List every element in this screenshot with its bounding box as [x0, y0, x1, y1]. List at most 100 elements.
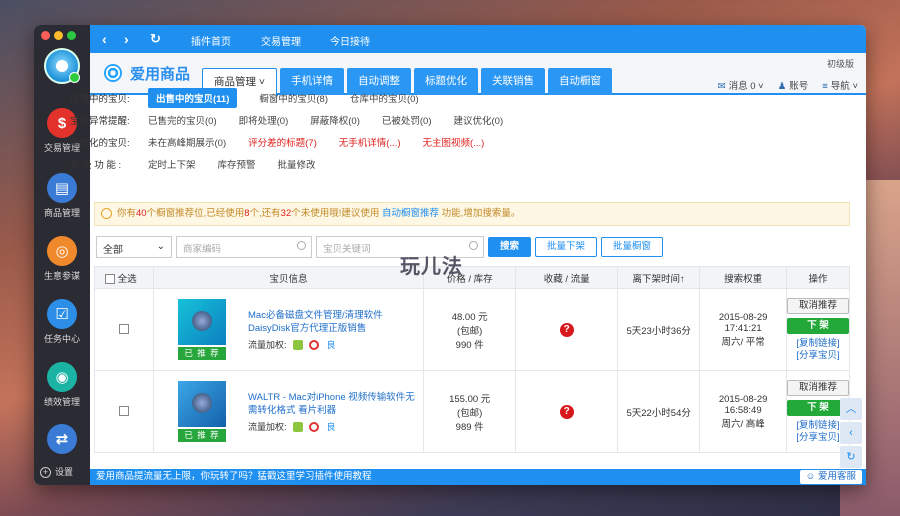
zoom-window-button[interactable]	[67, 31, 76, 40]
goods-info-cell: 已 推 荐 Mac必备磁盘文件管理/清理软件 DaisyDisk官方代理正版销售…	[153, 288, 424, 371]
forward-icon[interactable]: ›	[124, 31, 129, 47]
sidebar-item-tasks[interactable]: ☑ 任务中心	[34, 299, 90, 345]
filter-row-alert: 宝贝异常提醒: 已售完的宝贝(0) 即将处理(0) 屏蔽降权(0) 已被处罚(0…	[70, 109, 830, 131]
header-label: 全选	[117, 273, 137, 285]
goods-table: 全选 宝贝信息 价格 / 库存 收藏 / 流量 离下架时间↑ 搜索权重 操作 已…	[94, 266, 850, 453]
sidebar-item-label: 生意参谋	[43, 271, 80, 281]
filter-in-warehouse[interactable]: 仓库中的宝贝(0)	[350, 91, 419, 105]
filter-no-mobile-detail[interactable]: 无手机详情(...)	[339, 135, 401, 149]
search-button[interactable]: 搜索	[488, 237, 532, 257]
header-search-weight[interactable]: 搜索权重	[699, 266, 787, 289]
refresh-float-icon[interactable]: ↻	[840, 446, 862, 468]
goods-thumbnail[interactable]	[178, 381, 226, 427]
sidebar-item-label: 任务中心	[43, 334, 80, 344]
row-checkbox-cell	[94, 288, 154, 371]
filter-not-peak[interactable]: 未在高峰期展示(0)	[148, 135, 226, 149]
notice-text: 你有	[117, 208, 137, 219]
refresh-icon[interactable]: ↻	[150, 31, 161, 47]
share-icon: ⇄	[47, 424, 77, 454]
minimize-window-button[interactable]	[54, 31, 63, 40]
fav-cell: ?	[515, 370, 619, 453]
goods-info-cell: 已 推 荐 WALTR - Mac对iPhone 视频传输软件无需转化格式 看片…	[153, 370, 424, 453]
toplink-reception[interactable]: 今日接待	[330, 33, 370, 48]
settings-label: 设置	[55, 467, 74, 477]
avatar[interactable]	[44, 48, 80, 84]
filter-row-optimize: 需优化的宝贝: 未在高峰期展示(0) 评分差的标题(7) 无手机详情(...) …	[70, 131, 830, 153]
batch-edit-link[interactable]: 批量修改	[278, 157, 316, 171]
scroll-up-icon[interactable]: ︿	[840, 398, 862, 420]
filter-no-video[interactable]: 无主图视频(...)	[423, 135, 485, 149]
filter-row-advanced: 高 级 功 能 : 定时上下架 库存预警 批量修改	[70, 153, 830, 175]
price: 155.00 元	[449, 393, 491, 405]
filter-label: 高 级 功 能 :	[70, 160, 122, 171]
goods-title-link[interactable]: Mac必备磁盘文件管理/清理软件 DaisyDisk官方代理正版销售	[248, 309, 423, 335]
header-delist-time[interactable]: 离下架时间↑	[617, 266, 701, 289]
checkbox[interactable]	[105, 273, 115, 284]
filter-sold-out[interactable]: 已售完的宝贝(0)	[148, 113, 217, 127]
stock: 990 件	[455, 339, 484, 351]
weight-date: 2015-08-29	[718, 393, 768, 405]
timed-shelf-link[interactable]: 定时上下架	[148, 157, 196, 171]
flow-label: 流量加权:	[248, 339, 287, 350]
filter-suggest-optimize[interactable]: 建议优化(0)	[454, 113, 504, 127]
sidebar-item-analytics[interactable]: ◎ 生意参谋	[34, 236, 90, 282]
copy-link[interactable]: [复制链接]	[787, 338, 849, 350]
sidebar-item-share[interactable]: ⇄	[34, 424, 90, 457]
header-fav-flow[interactable]: 收藏 / 流量	[515, 266, 619, 289]
price: 48.00 元	[451, 311, 488, 323]
question-icon[interactable]: ?	[559, 322, 574, 337]
filter-bad-title[interactable]: 评分差的标题(7)	[248, 135, 317, 149]
settings-button[interactable]: + 设置	[40, 465, 73, 478]
header-actions: 操作	[786, 266, 850, 289]
row-checkbox-cell	[94, 370, 154, 453]
filter-demoted[interactable]: 屏蔽降权(0)	[310, 113, 360, 127]
calendar-icon: ☑	[47, 299, 77, 329]
service-icon: ☺	[805, 471, 818, 482]
sidebar-item-performance[interactable]: ◉ 绩效管理	[34, 362, 90, 408]
category-select[interactable]: 全部 ⌄	[96, 236, 172, 258]
toplink-home[interactable]: 插件首页	[191, 33, 231, 48]
goods-title-link[interactable]: WALTR - Mac对iPhone 视频传输软件无需转化格式 看片利器	[248, 391, 423, 417]
window-controls	[41, 31, 76, 40]
plus-icon: +	[40, 467, 51, 478]
notice-text: 个橱窗推荐位,已经使用	[146, 208, 245, 219]
delist-button[interactable]: 下 架	[787, 317, 849, 334]
filter-on-sale[interactable]: 出售中的宝贝(11)	[148, 88, 238, 108]
share-link[interactable]: [分享宝贝]	[787, 350, 849, 362]
customer-service-button[interactable]: ☺ 爱用客服	[799, 470, 862, 484]
shipping: (包邮)	[457, 325, 483, 337]
filter-row-store: 店铺中的宝贝: 出售中的宝贝(11) 橱窗中的宝贝(8) 仓库中的宝贝(0)	[70, 87, 830, 109]
toplink-trade[interactable]: 交易管理	[261, 33, 301, 48]
back-icon[interactable]: ‹	[102, 31, 107, 47]
flow-weight: 流量加权: 良	[248, 338, 423, 351]
filter-in-window[interactable]: 橱窗中的宝贝(8)	[259, 91, 328, 105]
question-icon[interactable]: ?	[559, 404, 574, 419]
row-checkbox[interactable]	[119, 406, 129, 417]
weight-period: 周六/ 平常	[721, 336, 765, 348]
filter-pending[interactable]: 即将处理(0)	[239, 113, 289, 127]
tutorial-link[interactable]: 爱用商品提流量无上限，你玩转了吗？猛戳这里学习插件使用教程	[96, 471, 372, 482]
bottom-bar: 爱用商品提流量无上限，你玩转了吗？猛戳这里学习插件使用教程 ☺ 爱用客服	[90, 469, 866, 485]
compass-icon: ◎	[47, 236, 77, 266]
batch-window-button[interactable]: 批量橱窗	[601, 237, 664, 257]
auto-window-link[interactable]: 自动橱窗推荐	[382, 208, 439, 219]
sidebar-item-goods[interactable]: ▤ 商品管理	[34, 173, 90, 219]
cancel-recommend-button[interactable]: 取消推荐	[787, 379, 849, 396]
row-checkbox[interactable]	[119, 324, 129, 335]
close-window-button[interactable]	[41, 31, 50, 40]
forbidden-icon	[308, 422, 319, 433]
search-bar: 全部 ⌄ 商家编码 宝贝关键词 搜索 批量下架 批量橱窗	[96, 236, 664, 258]
goods-thumbnail[interactable]	[178, 299, 226, 345]
weight-date: 2015-08-29	[718, 311, 768, 323]
batch-delist-button[interactable]: 批量下架	[535, 237, 598, 257]
filter-punished[interactable]: 已被处罚(0)	[382, 113, 432, 127]
stock-alert-link[interactable]: 库存预警	[218, 157, 256, 171]
code-input[interactable]: 商家编码	[176, 236, 312, 258]
version-label: 初级版	[826, 59, 854, 69]
forbidden-icon	[308, 340, 319, 351]
select-all-header[interactable]: 全选	[94, 266, 154, 289]
collapse-icon[interactable]: ‹	[840, 422, 862, 444]
sidebar-item-label: 绩效管理	[43, 397, 80, 407]
cancel-recommend-button[interactable]: 取消推荐	[787, 297, 849, 314]
logo: 爱用商品	[98, 61, 190, 85]
